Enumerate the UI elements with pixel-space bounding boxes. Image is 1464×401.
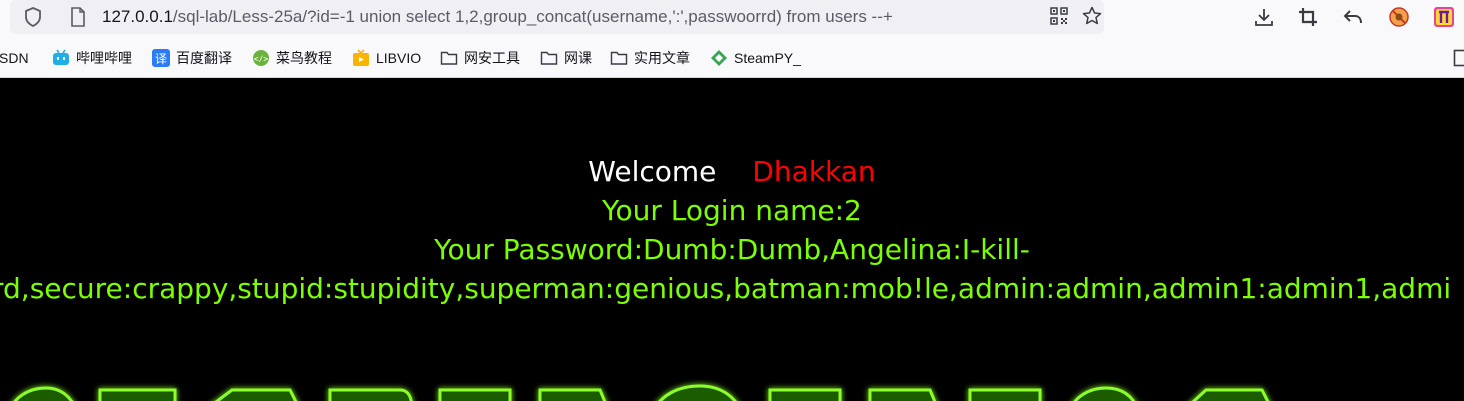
welcome-label: Welcome [588, 155, 717, 188]
password-line-2: rd,secure:crappy,stupid:stupidity,superm… [0, 272, 1452, 305]
libvio-icon [353, 49, 369, 66]
url-host: 127.0.0.1 [102, 7, 173, 26]
bookmark-item[interactable]: </> 菜鸟教程 [252, 46, 332, 70]
url-text[interactable]: 127.0.0.1/sql-lab/Less-25a/?id=-1 union … [102, 6, 893, 28]
address-bar[interactable]: 127.0.0.1/sql-lab/Less-25a/?id=-1 union … [10, 0, 1104, 34]
bilibili-icon [53, 49, 69, 65]
bookmark-star-icon[interactable] [1082, 6, 1102, 26]
glowing-banner-image [13, 384, 1270, 401]
bookmark-item[interactable]: 哔哩哔哩 [52, 46, 132, 70]
extension-icon[interactable] [1388, 6, 1410, 28]
folder-icon [440, 51, 458, 65]
bookmark-label: 哔哩哔哩 [76, 50, 132, 66]
bookmark-label: SteamPY_ [734, 50, 801, 66]
bookmark-item[interactable]: 实用文章 [610, 46, 690, 70]
page-content: Welcome Dhakkan Your Login name:2 Your Pa… [0, 78, 1464, 401]
welcome-line: Welcome Dhakkan [0, 154, 1464, 190]
translate-icon: 译 [152, 49, 170, 67]
bookmark-item[interactable]: SteamPY_ [710, 46, 801, 70]
folder-icon [610, 51, 628, 65]
bookmarks-overflow-icon[interactable] [1453, 49, 1464, 67]
svg-text:</>: </> [254, 55, 269, 64]
crop-screenshot-icon[interactable] [1297, 6, 1319, 28]
page-icon[interactable] [70, 7, 86, 27]
download-icon[interactable] [1253, 6, 1275, 28]
login-name-line: Your Login name:2 [602, 194, 862, 227]
bookmarks-bar: SDN 哔哩哔哩 译 百度翻译 </> 菜鸟教程 LIBVIO 网安工具 网课 … [0, 46, 1464, 70]
bookmark-item[interactable]: SDN [0, 46, 29, 70]
password-line-1: Your Password:Dumb:Dumb,Angelina:I-kill- [434, 233, 1030, 266]
bookmark-label: 菜鸟教程 [276, 50, 332, 66]
bookmark-label: SDN [0, 50, 29, 66]
back-arrow-icon[interactable] [1342, 6, 1364, 28]
extension-pi-icon[interactable] [1433, 6, 1455, 28]
runoob-icon: </> [253, 50, 269, 66]
bookmark-item[interactable]: 网安工具 [440, 46, 520, 70]
bookmark-item[interactable]: LIBVIO [352, 46, 421, 70]
bookmark-label: 实用文章 [634, 50, 690, 66]
user-name: Dhakkan [752, 155, 876, 188]
shield-icon[interactable] [24, 7, 42, 27]
bookmark-item[interactable]: 译 百度翻译 [152, 46, 232, 70]
svg-text:译: 译 [155, 52, 167, 66]
bookmark-label: 网安工具 [464, 50, 520, 66]
browser-chrome: 127.0.0.1/sql-lab/Less-25a/?id=-1 union … [0, 0, 1464, 78]
folder-icon [540, 51, 558, 65]
steampy-icon [711, 50, 727, 66]
url-path: /sql-lab/Less-25a/?id=-1 union select 1,… [172, 7, 893, 26]
bookmark-label: 网课 [564, 50, 592, 66]
bookmark-label: LIBVIO [376, 50, 422, 66]
bookmark-label: 百度翻译 [176, 50, 232, 66]
qr-code-icon[interactable] [1050, 7, 1068, 25]
bookmark-item[interactable]: 网课 [540, 46, 592, 70]
